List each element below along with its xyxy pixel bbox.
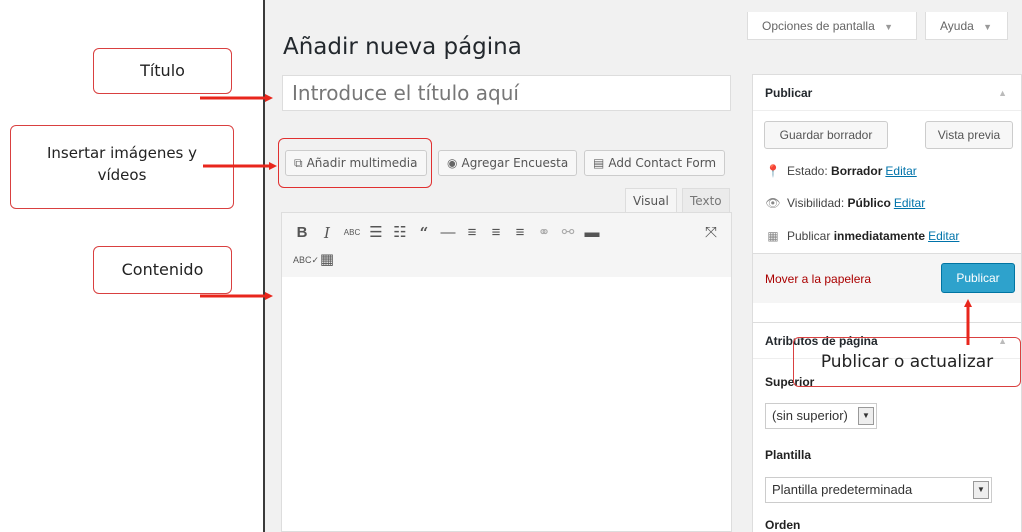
remove-link-icon[interactable]: ⚯: [559, 224, 577, 242]
align-right-icon[interactable]: ≡: [511, 224, 529, 242]
dropdown-arrow-icon: ▼: [858, 407, 874, 425]
schedule-edit-link[interactable]: Editar: [928, 229, 959, 243]
bold-icon[interactable]: B: [293, 224, 311, 242]
calendar-icon: ▦: [767, 229, 779, 243]
help-label: Ayuda: [940, 19, 974, 33]
schedule-value: inmediatamente: [833, 229, 926, 243]
visibility-edit-link[interactable]: Editar: [894, 196, 925, 210]
publish-box-header[interactable]: Publicar ▲: [753, 75, 1021, 111]
add-contact-form-button[interactable]: ▤ Add Contact Form: [584, 150, 726, 176]
align-left-icon[interactable]: ≡: [463, 224, 481, 242]
eye-icon: 👁: [765, 196, 781, 210]
status-edit-link[interactable]: Editar: [885, 164, 916, 178]
publish-box-title: Publicar: [765, 86, 813, 100]
visibility-prefix: Visibilidad:: [787, 196, 845, 210]
parent-select[interactable]: (sin superior) ▼: [765, 403, 877, 429]
title-input[interactable]: Introduce el título aquí: [282, 75, 731, 111]
media-callout: Insertar imágenes y vídeos: [10, 125, 234, 209]
poll-icon: ◉: [447, 156, 458, 170]
toolbar-toggle-icon[interactable]: ▦: [318, 251, 336, 269]
preview-button[interactable]: Vista previa: [925, 121, 1013, 149]
help-button[interactable]: Ayuda ▼: [925, 12, 1008, 40]
media-callout-line2: vídeos: [97, 166, 147, 184]
content-callout: Contenido: [93, 246, 232, 294]
add-contact-form-label: Add Contact Form: [608, 156, 717, 170]
add-poll-label: Agregar Encuesta: [461, 156, 569, 170]
visibility-row: 👁 Visibilidad: Público Editar: [765, 196, 925, 210]
italic-icon[interactable]: I: [318, 224, 336, 242]
dropdown-arrow-icon: ▼: [973, 481, 989, 499]
pin-icon: 📍: [765, 164, 781, 178]
numbered-list-icon[interactable]: ☷: [391, 224, 409, 242]
tab-visual[interactable]: Visual: [625, 188, 677, 212]
strikethrough-icon[interactable]: ABC: [343, 224, 361, 242]
media-highlight: [278, 138, 432, 188]
template-label: Plantilla: [765, 448, 812, 462]
publish-button[interactable]: Publicar: [941, 263, 1015, 293]
publish-actions: Mover a la papelera Publicar: [753, 253, 1021, 303]
spellcheck-icon[interactable]: ABC✓: [293, 251, 319, 269]
schedule-prefix: Publicar: [787, 229, 831, 243]
schedule-row: ▦ Publicar inmediatamente Editar: [765, 229, 959, 243]
add-poll-button[interactable]: ◉ Agregar Encuesta: [438, 150, 578, 176]
chevron-down-icon: ▼: [983, 22, 993, 32]
horizontal-rule-icon[interactable]: —: [439, 224, 457, 242]
page-title: Añadir nueva página: [283, 34, 522, 60]
tab-text[interactable]: Texto: [682, 188, 730, 212]
blockquote-icon[interactable]: “: [415, 224, 433, 242]
visibility-value: Público: [847, 196, 891, 210]
order-label: Orden: [765, 518, 801, 532]
screen-options-button[interactable]: Opciones de pantalla ▼: [747, 12, 917, 40]
media-callout-line1: Insertar imágenes y: [46, 144, 198, 162]
fullscreen-icon[interactable]: ⤧: [702, 224, 720, 242]
publish-callout: Publicar o actualizar: [793, 337, 1021, 387]
status-prefix: Estado:: [787, 164, 828, 178]
collapse-icon[interactable]: ▲: [998, 75, 1007, 111]
bullet-list-icon[interactable]: ☰: [367, 224, 385, 242]
read-more-icon[interactable]: ▬: [583, 224, 601, 242]
status-row: 📍 Estado: Borrador Editar: [765, 164, 917, 178]
template-select-value: Plantilla predeterminada: [772, 482, 913, 497]
title-callout: Título: [93, 48, 232, 94]
status-value: Borrador: [831, 164, 883, 178]
align-center-icon[interactable]: ≡: [487, 224, 505, 242]
move-to-trash-link[interactable]: Mover a la papelera: [765, 272, 871, 286]
chevron-down-icon: ▼: [884, 22, 894, 32]
screen-options-label: Opciones de pantalla: [762, 19, 875, 33]
save-draft-button[interactable]: Guardar borrador: [764, 121, 888, 149]
insert-link-icon[interactable]: ⚭: [535, 224, 553, 242]
contact-form-icon: ▤: [593, 156, 605, 170]
content-editor[interactable]: [281, 277, 732, 532]
template-select[interactable]: Plantilla predeterminada ▼: [765, 477, 992, 503]
parent-select-value: (sin superior): [772, 408, 848, 423]
editor-toolbar: B I ABC ☰ ☷ “ — ≡ ≡ ≡ ⚭ ⚯ ▬ ⤧ ABC✓ ▦: [281, 212, 732, 278]
